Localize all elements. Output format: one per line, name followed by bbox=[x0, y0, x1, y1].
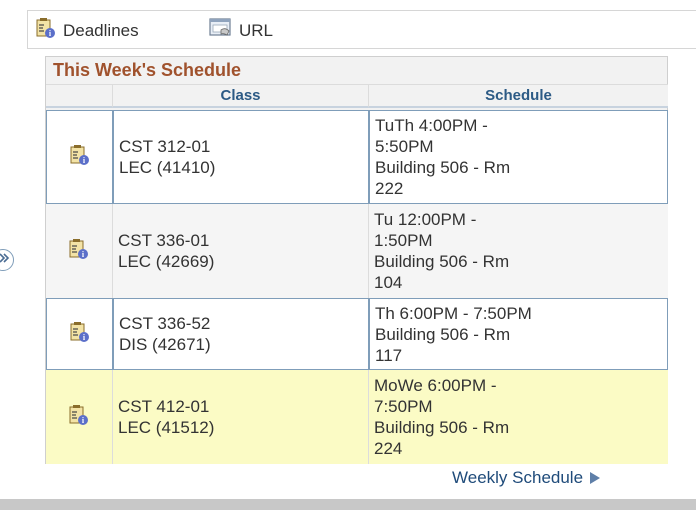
deadlines-icon: i bbox=[35, 17, 57, 44]
expand-sidebar-button[interactable] bbox=[0, 249, 14, 271]
bottom-scrollbar[interactable] bbox=[0, 499, 696, 510]
weekly-schedule-panel: This Week's Schedule Class Schedule i CS… bbox=[45, 56, 668, 464]
row-icon-cell[interactable]: i bbox=[46, 370, 113, 464]
class-code: CST 336-01 bbox=[118, 231, 210, 250]
url-link[interactable]: URL bbox=[209, 17, 273, 44]
schedule-line: Building 506 - Rm bbox=[374, 252, 510, 271]
schedule-line: TuTh 4:00PM - bbox=[375, 116, 488, 135]
schedule-line: Building 506 - Rm bbox=[374, 418, 510, 437]
column-header-class: Class bbox=[113, 84, 369, 108]
row-icon-cell[interactable]: i bbox=[46, 204, 113, 298]
schedule-line: 117 bbox=[375, 345, 403, 365]
schedule-line: 104 bbox=[374, 273, 403, 292]
schedule-line: Th 6:00PM - 7:50PM bbox=[375, 303, 532, 323]
schedule-line: Building 506 - Rm bbox=[375, 158, 511, 177]
class-details-icon[interactable]: i bbox=[69, 144, 91, 171]
table-row[interactable]: i CST 312-01 LEC (41410) TuTh 4:00PM - 5… bbox=[46, 110, 668, 204]
class-code: CST 312-01 bbox=[119, 137, 211, 156]
class-cell: CST 336-52 DIS (42671) bbox=[113, 298, 369, 370]
class-section: LEC (41410) bbox=[119, 158, 216, 177]
url-label: URL bbox=[239, 20, 274, 40]
row-icon-cell[interactable]: i bbox=[46, 110, 113, 204]
table-row[interactable]: i CST 412-01 LEC (41512) MoWe 6:00PM - 7… bbox=[46, 370, 668, 464]
schedule-line: 5:50PM bbox=[375, 137, 434, 156]
double-chevron-right-icon bbox=[0, 251, 10, 269]
arrow-right-icon bbox=[589, 471, 601, 485]
schedule-cell: MoWe 6:00PM - 7:50PM Building 506 - Rm 2… bbox=[369, 370, 668, 464]
class-section: LEC (42669) bbox=[118, 252, 215, 271]
table-row[interactable]: i CST 336-52 DIS (42671) Th 6:00PM - 7:5… bbox=[46, 298, 668, 370]
class-details-icon[interactable]: i bbox=[68, 404, 90, 431]
weekly-schedule-link[interactable]: Weekly Schedule bbox=[452, 468, 601, 488]
schedule-cell: Th 6:00PM - 7:50PM Building 506 - Rm 117 bbox=[369, 298, 668, 370]
header-icon-col bbox=[46, 84, 113, 108]
url-icon bbox=[209, 17, 233, 44]
class-details-icon[interactable]: i bbox=[69, 321, 91, 348]
schedule-line: Tu 12:00PM - bbox=[374, 210, 477, 229]
schedule-cell: Tu 12:00PM - 1:50PM Building 506 - Rm 10… bbox=[369, 204, 668, 298]
class-code: CST 336-52 bbox=[119, 314, 211, 333]
class-code: CST 412-01 bbox=[118, 397, 210, 416]
schedule-line: Building 506 - Rm bbox=[375, 324, 511, 344]
column-header-schedule: Schedule bbox=[369, 84, 668, 108]
schedule-cell: TuTh 4:00PM - 5:50PM Building 506 - Rm 2… bbox=[369, 110, 668, 204]
schedule-line: 222 bbox=[375, 179, 404, 198]
row-icon-cell[interactable]: i bbox=[46, 298, 113, 370]
schedule-line: MoWe 6:00PM - bbox=[374, 376, 497, 395]
class-cell: CST 312-01 LEC (41410) bbox=[113, 110, 369, 204]
table-row[interactable]: i CST 336-01 LEC (42669) Tu 12:00PM - 1:… bbox=[46, 204, 668, 298]
class-section: LEC (41512) bbox=[118, 418, 215, 437]
weekly-schedule-label: Weekly Schedule bbox=[452, 468, 584, 487]
deadlines-label: Deadlines bbox=[63, 20, 139, 40]
deadlines-link[interactable]: i Deadlines bbox=[35, 17, 139, 44]
panel-title: This Week's Schedule bbox=[53, 60, 242, 80]
schedule-line: 1:50PM bbox=[374, 231, 433, 250]
class-cell: CST 412-01 LEC (41512) bbox=[113, 370, 369, 464]
schedule-line: 224 bbox=[374, 439, 403, 458]
schedule-line: 7:50PM bbox=[374, 397, 433, 416]
class-section: DIS (42671) bbox=[119, 335, 211, 354]
class-details-icon[interactable]: i bbox=[68, 238, 90, 265]
top-links-bar: i Deadlines URL bbox=[27, 10, 696, 49]
class-cell: CST 336-01 LEC (42669) bbox=[113, 204, 369, 298]
